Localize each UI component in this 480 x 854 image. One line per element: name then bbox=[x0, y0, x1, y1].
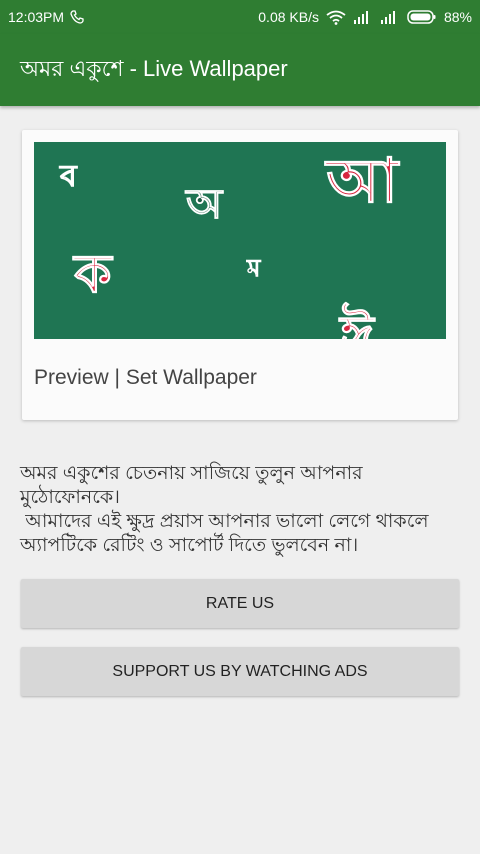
preview-letter: ব bbox=[59, 159, 78, 194]
status-time: 12:03PM bbox=[8, 9, 65, 25]
battery-level: 88% bbox=[443, 9, 472, 25]
preview-card[interactable]: ব অ আ ক ম ঈ Preview | Set Wallpaper bbox=[22, 130, 458, 420]
preview-letter: আ bbox=[325, 144, 400, 217]
preview-letter: অ bbox=[185, 179, 223, 228]
rate-us-button[interactable]: RATE US bbox=[21, 579, 459, 628]
description-text: অমর একুশের চেতনায় সাজিয়ে তুলুন আপনার ম… bbox=[20, 462, 462, 558]
app-title: অমর একুশে - Live Wallpaper bbox=[20, 55, 288, 81]
preview-letter: ঈ bbox=[339, 303, 375, 339]
description-line-1: অমর একুশের চেতনায় সাজিয়ে তুলুন আপনার ম… bbox=[20, 463, 363, 508]
network-speed: 0.08 KB/s bbox=[258, 9, 319, 25]
signal-2-icon bbox=[380, 10, 400, 24]
preview-set-wallpaper-link[interactable]: Preview | Set Wallpaper bbox=[34, 366, 257, 390]
wallpaper-preview-image[interactable]: ব অ আ ক ম ঈ bbox=[34, 142, 446, 339]
support-ads-button[interactable]: SUPPORT US BY WATCHING ADS bbox=[21, 647, 459, 696]
description-line-2: আমাদের এই ক্ষুদ্র প্রয়াস আপনার ভালো লেগ… bbox=[20, 511, 434, 556]
app-bar: অমর একুশে - Live Wallpaper bbox=[0, 34, 480, 106]
battery-icon bbox=[407, 10, 437, 24]
call-icon bbox=[70, 10, 84, 24]
status-bar: 12:03PM 0.08 KB/s 88% bbox=[0, 0, 480, 34]
signal-icon bbox=[353, 10, 373, 24]
preview-letter: ক bbox=[73, 242, 113, 305]
wifi-icon bbox=[326, 10, 346, 25]
preview-letter: ম bbox=[246, 254, 261, 282]
